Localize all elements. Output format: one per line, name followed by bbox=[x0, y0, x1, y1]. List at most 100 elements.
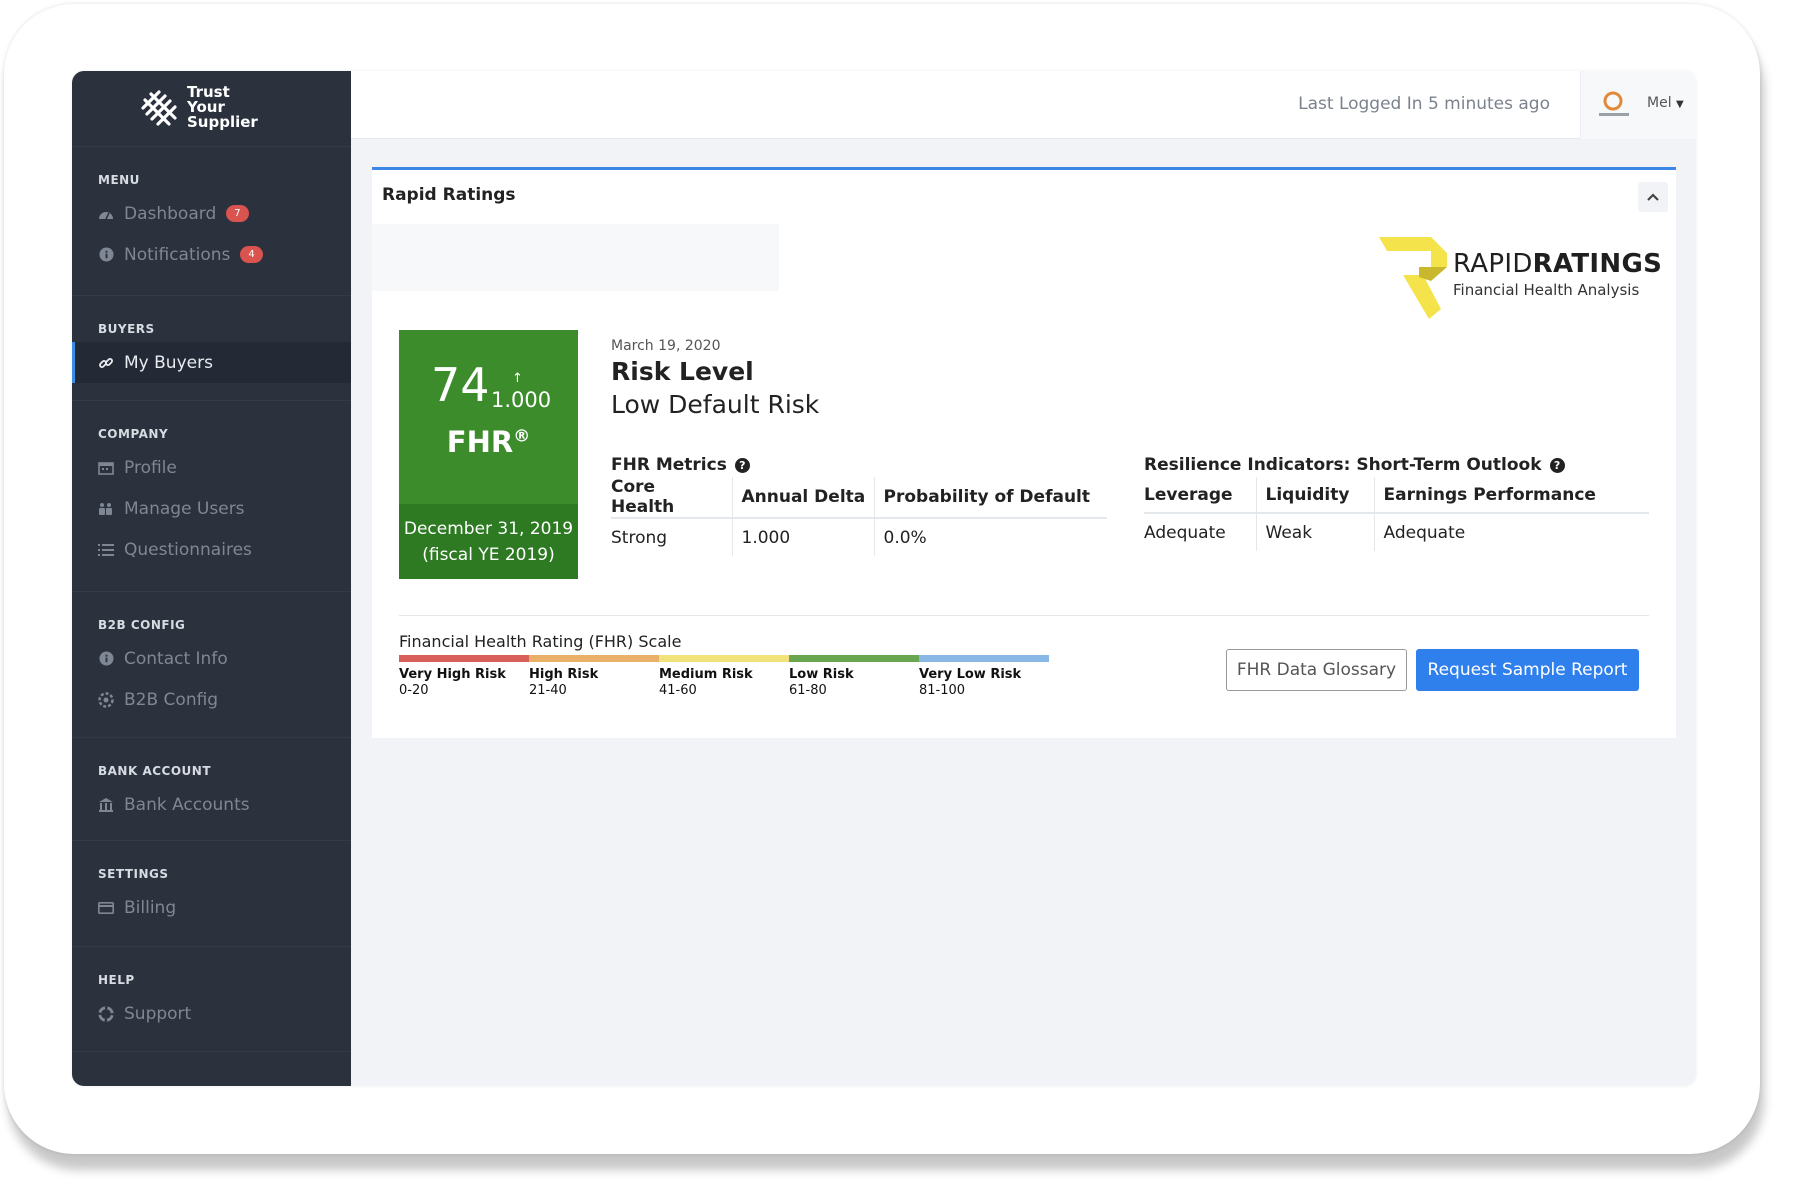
placeholder-panel bbox=[372, 224, 779, 291]
scale-band-name: Very High Risk bbox=[399, 667, 506, 682]
risk-level-title: Risk Level bbox=[611, 357, 754, 386]
fhr-label: FHR® bbox=[399, 425, 578, 459]
scale-label-medium-risk: Medium Risk 41-60 bbox=[659, 667, 789, 699]
section-divider bbox=[399, 615, 1649, 616]
fhr-metrics-heading-text: FHR Metrics bbox=[611, 455, 727, 475]
nav-section-company: COMPANY Profile Manage Users Questionnai… bbox=[72, 401, 351, 592]
scale-band-name: High Risk bbox=[529, 667, 599, 682]
table-cell: Adequate bbox=[1373, 513, 1649, 551]
resilience-heading-text: Resilience Indicators: Short-Term Outloo… bbox=[1144, 455, 1542, 475]
sidebar-item-label: Questionnaires bbox=[124, 539, 252, 560]
dashboard-count-badge: 7 bbox=[226, 205, 249, 222]
sidebar-item-questionnaires[interactable]: Questionnaires bbox=[72, 529, 351, 570]
fhr-period-fiscal: (fiscal YE 2019) bbox=[422, 545, 555, 565]
section-label-buyers: BUYERS bbox=[98, 322, 155, 336]
avatar bbox=[1599, 91, 1629, 116]
caret-down-icon: ▼ bbox=[1676, 99, 1684, 110]
sidebar-item-support[interactable]: Support bbox=[72, 993, 351, 1034]
brand-name: Trust Your Supplier bbox=[187, 85, 258, 130]
question-circle-icon[interactable]: ? bbox=[734, 457, 750, 473]
fhr-scale-title: Financial Health Rating (FHR) Scale bbox=[399, 632, 682, 651]
nav-section-menu: MENU Dashboard 7 Notifications 4 bbox=[72, 147, 351, 296]
last-logged-in-text: Last Logged In 5 minutes ago bbox=[1298, 94, 1550, 114]
sidebar-item-bank-accounts[interactable]: Bank Accounts bbox=[72, 784, 351, 825]
sidebar: Trust Your Supplier MENU Dashboard 7 Not… bbox=[72, 71, 351, 1086]
chevron-up-icon bbox=[1647, 193, 1659, 201]
scale-band-range: 41-60 bbox=[659, 683, 697, 698]
sidebar-item-label: Bank Accounts bbox=[124, 794, 250, 815]
brand-logo[interactable]: Trust Your Supplier bbox=[72, 71, 351, 147]
section-label-menu: MENU bbox=[98, 173, 140, 187]
fhr-scale-labels: Very High Risk 0-20 High Risk 21-40 Medium… bbox=[399, 667, 1049, 699]
sidebar-item-b2b-config[interactable]: B2B Config bbox=[72, 679, 351, 720]
credit-card-icon bbox=[98, 900, 114, 916]
scale-band-low-risk bbox=[789, 655, 919, 662]
sidebar-item-billing[interactable]: Billing bbox=[72, 887, 351, 928]
bank-icon bbox=[98, 797, 114, 813]
column-header: Leverage bbox=[1144, 477, 1256, 514]
section-label-b2b-config: B2B CONFIG bbox=[98, 618, 186, 632]
section-label-company: COMPANY bbox=[98, 427, 169, 441]
table-header-row: Leverage Liquidity Earnings Performance bbox=[1144, 477, 1649, 514]
scale-band-high-risk bbox=[529, 655, 659, 662]
table-row: Strong 1.000 0.0% bbox=[611, 518, 1107, 556]
request-sample-report-button[interactable]: Request Sample Report bbox=[1416, 649, 1639, 691]
link-icon bbox=[98, 355, 114, 371]
table-cell: 1.000 bbox=[731, 518, 874, 556]
nav-section-b2b-config: B2B CONFIG Contact Info B2B Config bbox=[72, 592, 351, 738]
scale-band-medium-risk bbox=[659, 655, 789, 662]
fhr-data-glossary-button[interactable]: FHR Data Glossary bbox=[1226, 649, 1407, 691]
fhr-metrics-heading: FHR Metrics ? bbox=[611, 455, 750, 475]
column-header: Core Health bbox=[611, 477, 732, 519]
fhr-period-date: December 31, 2019 bbox=[403, 519, 574, 539]
column-header: Annual Delta bbox=[731, 477, 874, 519]
calendar-icon bbox=[98, 460, 114, 476]
resilience-table: Leverage Liquidity Earnings Performance … bbox=[1144, 477, 1649, 551]
sidebar-item-label: My Buyers bbox=[124, 352, 213, 373]
resilience-heading: Resilience Indicators: Short-Term Outloo… bbox=[1144, 455, 1565, 475]
lifebuoy-icon bbox=[98, 1005, 114, 1022]
app-window: Trust Your Supplier MENU Dashboard 7 Not… bbox=[72, 71, 1696, 1086]
sidebar-item-my-buyers[interactable]: My Buyers bbox=[72, 342, 351, 383]
rating-date: March 19, 2020 bbox=[611, 338, 721, 354]
sidebar-item-notifications[interactable]: Notifications 4 bbox=[72, 234, 351, 275]
collapse-button[interactable] bbox=[1638, 182, 1668, 212]
fhr-period: December 31, 2019 (fiscal YE 2019) bbox=[399, 504, 578, 579]
users-icon bbox=[98, 501, 114, 517]
table-cell: Strong bbox=[611, 527, 668, 548]
table-cell: 0.0% bbox=[873, 518, 1107, 556]
scale-band-very-high-risk bbox=[399, 655, 529, 662]
sidebar-item-manage-users[interactable]: Manage Users bbox=[72, 488, 351, 529]
table-cell: Weak bbox=[1255, 513, 1374, 551]
scale-band-name: Medium Risk bbox=[659, 667, 753, 682]
scale-band-name: Low Risk bbox=[789, 667, 854, 682]
logo-subtitle: Financial Health Analysis bbox=[1453, 281, 1640, 299]
sidebar-item-label: Notifications bbox=[124, 244, 231, 265]
sidebar-item-label: Dashboard bbox=[124, 203, 217, 224]
fhr-delta: 1.000 bbox=[491, 388, 552, 412]
nav-section-bank-account: BANK ACCOUNT Bank Accounts bbox=[72, 738, 351, 841]
sidebar-item-label: B2B Config bbox=[124, 689, 219, 710]
scale-label-very-low-risk: Very Low Risk 81-100 bbox=[919, 667, 1049, 699]
brand-line-3: Supplier bbox=[187, 113, 258, 131]
fhr-scale: Very High Risk 0-20 High Risk 21-40 Medium… bbox=[399, 655, 1049, 699]
sidebar-item-profile[interactable]: Profile bbox=[72, 447, 351, 488]
rapid-ratings-card: Rapid Ratings RAPIDRATINGS Financial Hea… bbox=[372, 167, 1676, 738]
rapidratings-logo: RAPIDRATINGS Financial Health Analysis bbox=[1379, 237, 1669, 327]
registered-mark: ® bbox=[513, 426, 531, 447]
top-bar: Last Logged In 5 minutes ago Mel ▼ bbox=[351, 71, 1696, 139]
sidebar-item-label: Contact Info bbox=[124, 648, 228, 669]
scale-band-range: 61-80 bbox=[789, 683, 827, 698]
sidebar-item-dashboard[interactable]: Dashboard 7 bbox=[72, 193, 351, 234]
question-circle-icon[interactable]: ? bbox=[1549, 457, 1565, 473]
scale-label-high-risk: High Risk 21-40 bbox=[529, 667, 659, 699]
sidebar-item-contact-info[interactable]: Contact Info bbox=[72, 638, 351, 679]
logo-brand-bold: RATINGS bbox=[1532, 249, 1663, 279]
info-circle-icon bbox=[98, 651, 114, 667]
logo-title: RAPIDRATINGS bbox=[1453, 249, 1662, 279]
table-header-row: Core Health Annual Delta Probability of … bbox=[611, 477, 1107, 519]
fhr-label-text: FHR bbox=[446, 425, 514, 459]
sidebar-item-label: Billing bbox=[124, 897, 177, 918]
user-menu[interactable]: Mel ▼ bbox=[1580, 71, 1696, 139]
logo-brand-light: RAPID bbox=[1453, 249, 1533, 279]
